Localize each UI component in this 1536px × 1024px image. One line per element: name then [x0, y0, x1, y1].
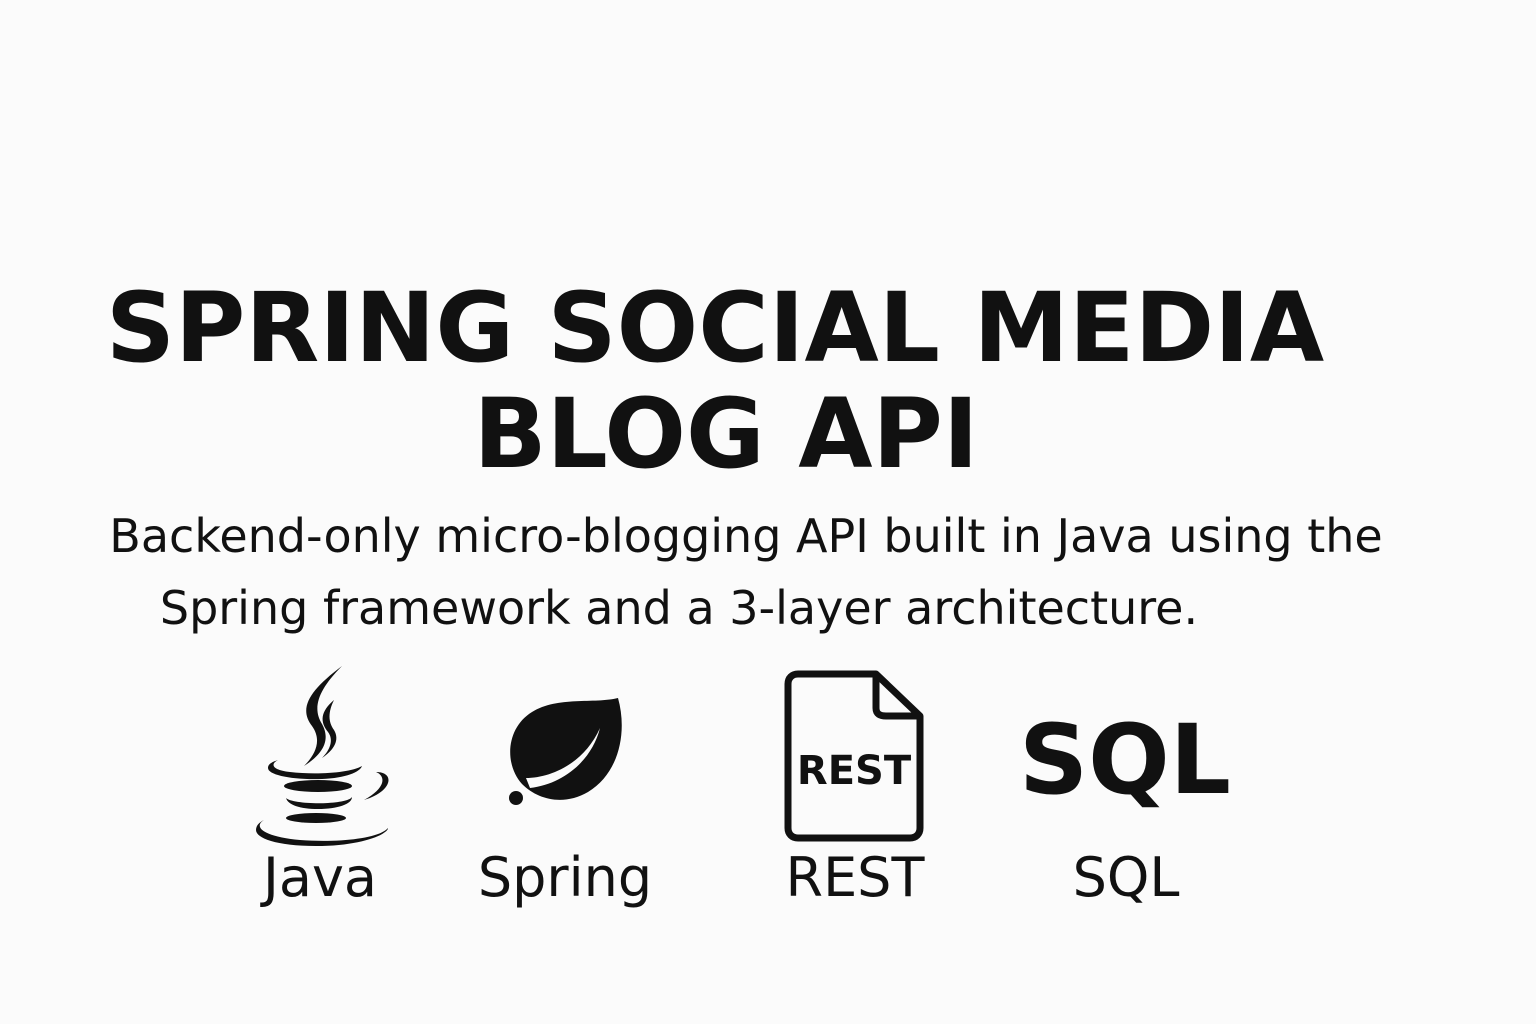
rest-document-icon: REST	[784, 670, 924, 842]
spring-leaf-icon	[502, 694, 626, 806]
rest-label: REST	[785, 846, 925, 909]
subtitle-line-2: Spring framework and a 3-layer architect…	[159, 581, 1199, 635]
page-title-line-1: SPRING SOCIAL MEDIA	[105, 272, 1325, 384]
sql-label: SQL	[1072, 846, 1180, 909]
sql-icon: SQL	[1019, 704, 1231, 816]
subtitle-line-1: Backend-only micro-blogging API built in…	[109, 509, 1383, 563]
spring-label: Spring	[477, 846, 653, 909]
java-label: Java	[262, 846, 378, 909]
java-icon	[250, 660, 400, 850]
rest-icon-text: REST	[797, 748, 912, 794]
page-title-line-2: BLOG API	[473, 378, 979, 490]
